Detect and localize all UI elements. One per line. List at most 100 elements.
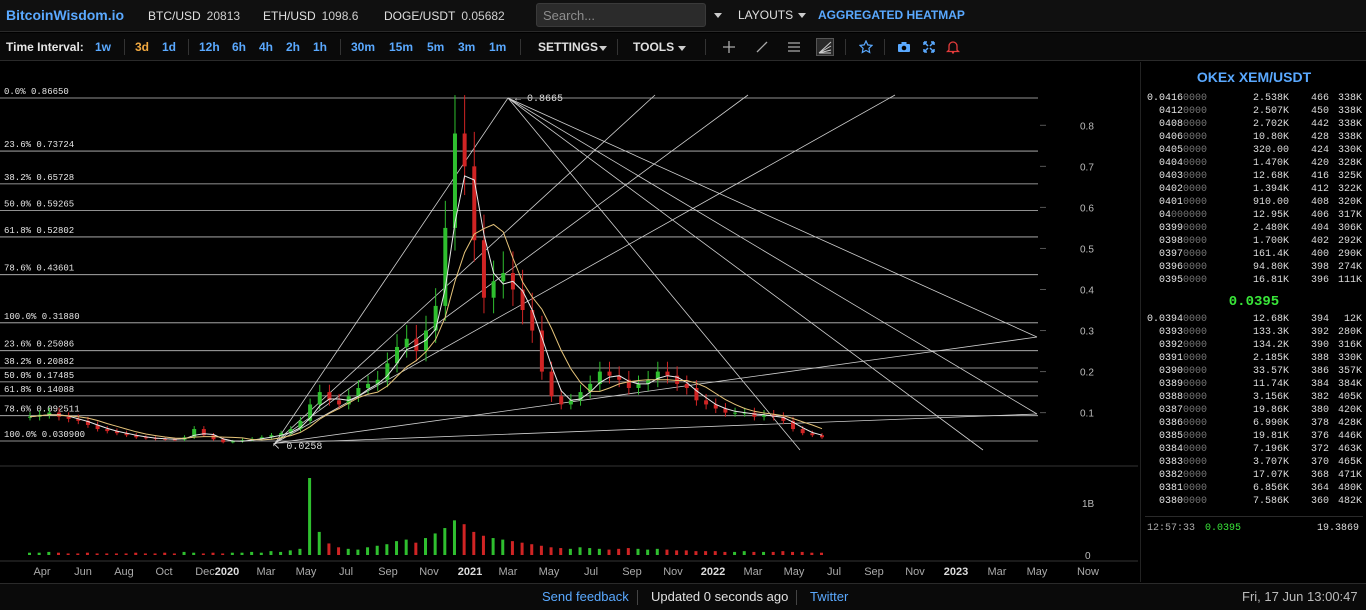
price-chart[interactable]: 0.0% 0.86650 23.6% 0.73724 38.2% 0.65728 50… <box>0 62 1138 582</box>
interval-6h[interactable]: 6h <box>232 40 246 54</box>
search-dropdown-icon[interactable] <box>714 13 722 18</box>
orderbook-row[interactable]: 03960000 94.80K 398 274K <box>1141 262 1366 275</box>
order-volume: 12.95K <box>1252 210 1289 221</box>
ticker-name: BTC/USD <box>148 9 201 23</box>
brand-logo[interactable]: BitcoinWisdom.io <box>6 7 124 23</box>
peak-annotation: ← 0.8665 <box>515 94 563 105</box>
crosshair-icon[interactable] <box>720 38 738 56</box>
orderbook-row[interactable]: 03870000 19.86K 380 420K <box>1141 405 1366 418</box>
ticker-value: 0.05682 <box>461 9 505 23</box>
candle-body <box>472 166 477 241</box>
y-tick-label: 0.8 <box>1080 121 1094 132</box>
fullscreen-icon[interactable] <box>920 38 938 56</box>
y-tick-label: 0.6 <box>1080 203 1094 214</box>
orderbook-row[interactable]: 03810000 6.856K 364 480K <box>1141 483 1366 496</box>
orderbook-row[interactable]: 04030000 12.68K 416 325K <box>1141 171 1366 184</box>
divider <box>705 39 706 55</box>
orderbook-row[interactable]: 03990000 2.480K 404 306K <box>1141 223 1366 236</box>
interval-3d[interactable]: 3d <box>135 40 149 54</box>
orderbook-row[interactable]: 03930000 133.3K 392 280K <box>1141 327 1366 340</box>
orderbook-row[interactable]: 03920000 134.2K 390 316K <box>1141 340 1366 353</box>
twitter-link[interactable]: Twitter <box>810 589 848 604</box>
order-count: 466 <box>1310 93 1329 104</box>
x-tick-label: Sep <box>864 566 884 578</box>
orderbook-row[interactable]: 03830000 3.707K 370 465K <box>1141 457 1366 470</box>
orderbook-row[interactable]: 04080000 2.702K 442 338K <box>1141 119 1366 132</box>
last-trade-price: 0.0395 <box>1205 523 1242 534</box>
orderbook-row[interactable]: 04040000 1.470K 420 328K <box>1141 158 1366 171</box>
orderbook-row[interactable]: 03840000 7.196K 372 463K <box>1141 444 1366 457</box>
orderbook-row[interactable]: 03950000 16.81K 396 111K <box>1141 275 1366 288</box>
ticker-btc[interactable]: BTC/USD 20813 <box>148 9 240 23</box>
order-cumulative: 471K <box>1337 470 1362 481</box>
divider <box>796 590 797 605</box>
orderbook-row[interactable]: 03900000 33.57K 386 357K <box>1141 366 1366 379</box>
candle-body <box>105 429 110 432</box>
candle-body <box>433 305 438 331</box>
tools-menu[interactable]: TOOLS <box>633 40 674 54</box>
line-icon[interactable] <box>753 38 771 56</box>
interval-12h[interactable]: 12h <box>199 40 220 54</box>
orderbook-row[interactable]: 03850000 19.81K 376 446K <box>1141 431 1366 444</box>
interval-30m[interactable]: 30m <box>351 40 375 54</box>
settings-menu[interactable]: SETTINGS <box>538 40 598 54</box>
orderbook-row[interactable]: 0.03940000 12.68K 394 12K <box>1141 314 1366 327</box>
ticker-eth[interactable]: ETH/USD 1098.6 <box>263 9 358 23</box>
orderbook-row[interactable]: 03800000 7.586K 360 482K <box>1141 496 1366 509</box>
order-cumulative: 290K <box>1337 249 1362 260</box>
orderbook-row[interactable]: 03880000 3.156K 382 405K <box>1141 392 1366 405</box>
menu-icon[interactable] <box>785 38 803 56</box>
orderbook-row[interactable]: 04120000 2.507K 450 338K <box>1141 106 1366 119</box>
orderbook-row[interactable]: 03860000 6.990K 378 428K <box>1141 418 1366 431</box>
interval-5m[interactable]: 5m <box>427 40 444 54</box>
interval-3m[interactable]: 3m <box>458 40 475 54</box>
order-count: 424 <box>1310 145 1329 156</box>
orderbook-row[interactable]: 04060000 10.80K 428 338K <box>1141 132 1366 145</box>
orderbook-row[interactable]: 03910000 2.185K 388 330K <box>1141 353 1366 366</box>
fib-level-label: 61.8% 0.52802 <box>4 226 74 236</box>
volume-bar <box>414 542 418 555</box>
volume-bar <box>269 551 273 555</box>
volume-bar <box>733 551 737 555</box>
bell-icon[interactable] <box>944 38 962 56</box>
orderbook-row[interactable]: 04020000 1.394K 412 322K <box>1141 184 1366 197</box>
order-count: 390 <box>1310 340 1329 351</box>
interval-1w[interactable]: 1w <box>95 40 111 54</box>
orderbook-row[interactable]: 03970000 161.4K 400 290K <box>1141 249 1366 262</box>
interval-1h[interactable]: 1h <box>313 40 327 54</box>
orderbook-row[interactable]: 04050000 320.00 424 330K <box>1141 145 1366 158</box>
volume-bar <box>713 551 717 555</box>
ticker-doge[interactable]: DOGE/USDT 0.05682 <box>384 9 505 23</box>
order-cumulative: 428K <box>1337 418 1362 429</box>
star-icon[interactable] <box>857 38 875 56</box>
order-count: 396 <box>1310 275 1329 286</box>
orderbook-row[interactable]: 03890000 11.74K 384 384K <box>1141 379 1366 392</box>
interval-15m[interactable]: 15m <box>389 40 413 54</box>
orderbook-row[interactable]: 04010000 910.00 408 320K <box>1141 197 1366 210</box>
volume-bar <box>201 553 205 555</box>
volume-bar <box>356 549 360 555</box>
send-feedback-link[interactable]: Send feedback <box>542 589 629 604</box>
interval-2h[interactable]: 2h <box>286 40 300 54</box>
layouts-menu[interactable]: LAYOUTS <box>738 8 793 22</box>
candle-body <box>752 412 757 417</box>
last-trade: 12:57:33 0.0395 19.3869 <box>1147 523 1363 534</box>
interval-1m[interactable]: 1m <box>489 40 506 54</box>
candles <box>28 95 824 444</box>
orderbook-title: OKEx XEM/USDT <box>1196 69 1312 85</box>
aggregated-heatmap-link[interactable]: AGGREGATED HEATMAP <box>818 8 965 22</box>
orderbook-row[interactable]: 0.04160000 2.538K 466 338K <box>1141 93 1366 106</box>
interval-4h[interactable]: 4h <box>259 40 273 54</box>
interval-1d[interactable]: 1d <box>162 40 176 54</box>
x-tick-label: Now <box>1076 566 1100 578</box>
candle-body <box>810 433 815 436</box>
chevron-down-icon <box>678 46 686 51</box>
fib-fan-icon[interactable] <box>816 38 834 56</box>
camera-icon[interactable] <box>895 38 913 56</box>
orderbook-row[interactable]: 03820000 17.07K 368 471K <box>1141 470 1366 483</box>
search-input[interactable] <box>536 3 706 27</box>
orderbook-row[interactable]: 03980000 1.700K 402 292K <box>1141 236 1366 249</box>
fib-level-label: 23.6% 0.25086 <box>4 340 74 350</box>
volume-bar <box>182 551 186 555</box>
orderbook-row[interactable]: 04000000 12.95K 406 317K <box>1141 210 1366 223</box>
